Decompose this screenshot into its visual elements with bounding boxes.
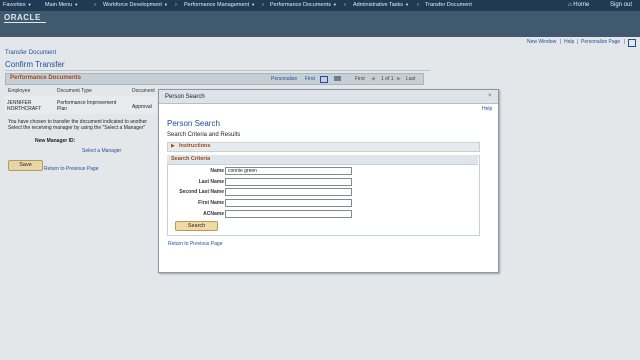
nav-label: Transfer Document [425, 2, 472, 8]
logo-underline [4, 22, 46, 23]
nav-performance-documents[interactable]: Performance Documents ▼ [270, 2, 337, 8]
modal-subheading: Search Criteria and Results [167, 132, 241, 138]
nav-label: Favorites [3, 2, 26, 8]
divider [5, 70, 430, 71]
chevron-down-icon: ▼ [27, 2, 32, 7]
return-to-previous-page-link[interactable]: Return to Previous Page [44, 166, 98, 172]
chevron-down-icon: ▼ [251, 2, 256, 7]
view-all-icon[interactable] [320, 76, 328, 83]
last-name-input[interactable] [225, 178, 352, 186]
previous-icon[interactable]: ◀ [371, 76, 375, 82]
chevron-down-icon: ▼ [74, 2, 79, 7]
next-icon[interactable]: ▶ [397, 76, 401, 82]
modal-titlebar[interactable] [159, 90, 498, 104]
chevron-down-icon: ▼ [332, 2, 337, 7]
nav-separator: › [344, 2, 346, 8]
help-link[interactable]: Help [564, 39, 574, 45]
chevron-down-icon: ▼ [163, 2, 168, 7]
oracle-logo: ORACLE [4, 13, 41, 22]
nav-favorites[interactable]: Favorites ▼ [3, 2, 32, 8]
separator: | [560, 39, 562, 45]
first-name-input[interactable] [225, 199, 352, 207]
nav-main-menu[interactable]: Main Menu ▼ [45, 2, 78, 8]
document-type-line2: Plan [57, 106, 68, 112]
grid-personalize-link[interactable]: Personalize [271, 76, 297, 82]
column-header-employee[interactable]: Employee [8, 88, 30, 94]
separator: | [624, 39, 626, 45]
document-status: Approval [132, 104, 152, 110]
modal-help-link[interactable]: Help [482, 106, 492, 112]
search-criteria-label: Search Criteria [171, 156, 211, 162]
last-name-label: Last Name [198, 179, 224, 185]
download-grid-icon[interactable] [334, 76, 341, 81]
name-input[interactable]: connie green [225, 167, 352, 175]
nav-label: Sign out [610, 2, 633, 8]
acname-label: ACName [203, 211, 224, 217]
grid-title: Performance Documents [10, 75, 82, 81]
branding-banner [0, 11, 640, 37]
instructions-section[interactable] [167, 142, 480, 152]
save-button[interactable]: Save [8, 160, 43, 171]
column-header-document-type[interactable]: Document Type [57, 88, 92, 94]
new-manager-label: New Manager ID: [35, 138, 76, 144]
grid-find-link[interactable]: Find [305, 76, 315, 82]
transfer-message-line2: Select the receiving manager by using th… [8, 125, 146, 131]
nav-separator: › [94, 2, 96, 8]
nav-label: Performance Documents [270, 2, 331, 8]
person-search-modal: Person Search × Help Person Search Searc… [158, 89, 499, 273]
name-label: Name [210, 168, 224, 174]
employee-name-line2: NORTHCRAFT [7, 106, 42, 112]
modal-heading: Person Search [167, 119, 220, 128]
nav-workforce-development[interactable]: Workforce Development ▼ [103, 2, 168, 8]
nav-label: Main Menu [45, 2, 73, 8]
expand-arrow-icon[interactable]: ▶ [171, 143, 175, 149]
separator: | [577, 39, 579, 45]
nav-home[interactable]: ⌂ Home [568, 2, 589, 8]
second-last-name-label: Second Last Name [179, 189, 224, 195]
first-name-label: First Name [198, 200, 224, 206]
nav-sign-out[interactable]: Sign out [610, 2, 632, 8]
breadcrumb: Transfer Document [5, 50, 57, 56]
acname-input[interactable] [225, 210, 352, 218]
second-last-name-input[interactable] [225, 188, 352, 196]
nav-performance-management[interactable]: Performance Management ▼ [184, 2, 255, 8]
new-window-link[interactable]: New Window [527, 39, 556, 45]
personalize-page-link[interactable]: Personalize Page [581, 39, 620, 45]
nav-label: Administrative Tasks [353, 2, 404, 8]
nav-separator: › [417, 2, 419, 8]
column-header-document[interactable]: Document [132, 88, 155, 94]
instructions-label: Instructions [179, 143, 211, 149]
search-button[interactable]: Search [175, 221, 218, 231]
grid-last-link[interactable]: Last [406, 76, 415, 82]
home-icon: ⌂ [568, 2, 572, 8]
page-title: Confirm Transfer [5, 60, 65, 69]
nav-administrative-tasks[interactable]: Administrative Tasks ▼ [353, 2, 409, 8]
select-manager-link[interactable]: Select a Manager [82, 148, 121, 154]
nav-label: Performance Management [184, 2, 250, 8]
close-icon[interactable]: × [488, 93, 492, 99]
nav-transfer-document[interactable]: Transfer Document [425, 2, 472, 8]
page-options-icon[interactable] [628, 39, 636, 47]
chevron-down-icon: ▼ [405, 2, 409, 7]
grid-range: 1 of 1 [381, 76, 394, 82]
nav-label: Workforce Development [103, 2, 162, 8]
search-criteria-header [167, 155, 478, 165]
nav-separator: › [175, 2, 177, 8]
modal-return-link[interactable]: Return to Previous Page [168, 241, 222, 247]
nav-label: Home [573, 2, 590, 8]
grid-first-link[interactable]: First [355, 76, 365, 82]
nav-separator: › [262, 2, 264, 8]
modal-title: Person Search [165, 94, 205, 100]
